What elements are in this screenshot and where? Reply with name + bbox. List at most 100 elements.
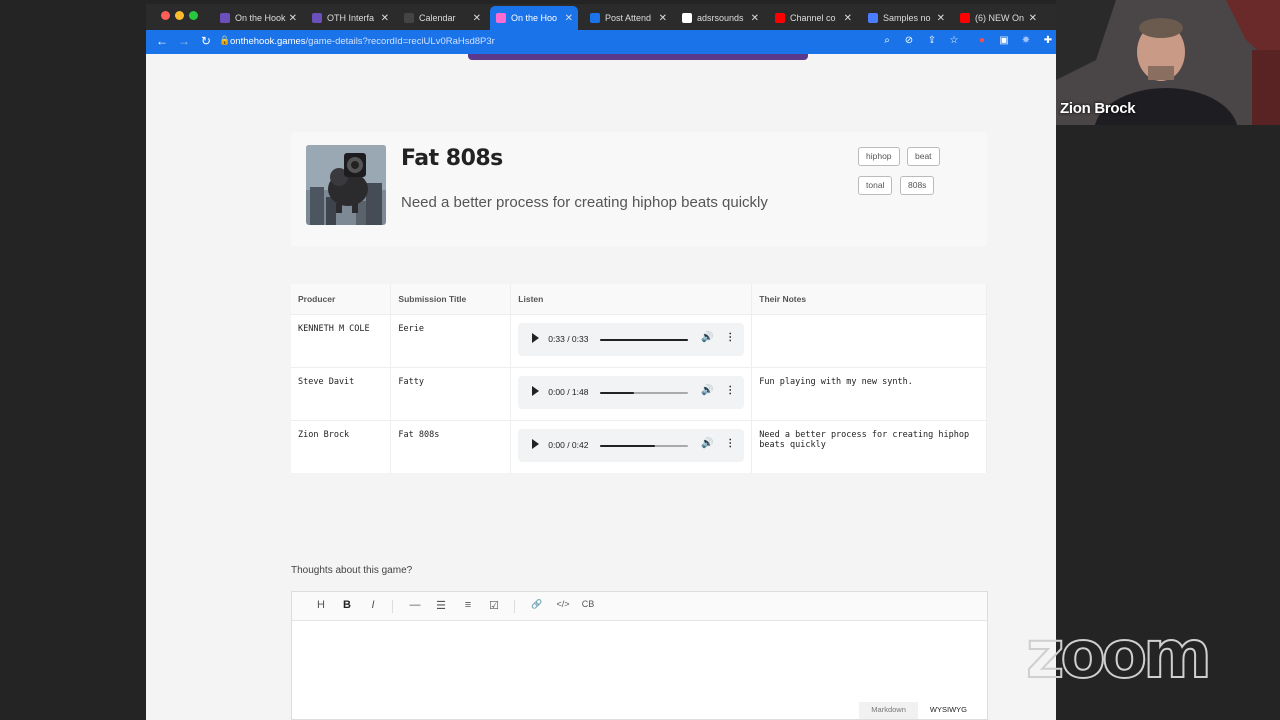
minimize-window-button[interactable] (175, 11, 184, 20)
audio-progress (600, 444, 656, 447)
play-icon[interactable] (532, 332, 540, 343)
volume-icon[interactable]: 🔊 (701, 385, 713, 396)
audio-player[interactable]: 0:33 / 0:33 🔊 ⋮ (518, 322, 745, 356)
play-icon[interactable] (532, 385, 540, 396)
extensions-puzzle-icon[interactable]: ✚ (1041, 35, 1055, 46)
bookmark-star-icon[interactable]: ☆ (947, 35, 961, 46)
browser-tab[interactable]: (6) NEW On ✕ (954, 6, 1042, 30)
maximize-window-button[interactable] (189, 11, 198, 20)
thoughts-editor[interactable]: H B I — ☰ ≡ ☑ 🔗 </> CB Markdown WYSIWYG (291, 591, 988, 720)
more-options-icon[interactable]: ⋮ (725, 438, 735, 449)
browser-tab[interactable]: adsrsounds ✕ (676, 6, 764, 30)
forward-icon[interactable]: → (178, 34, 190, 48)
producer-cell: KENNETH M COLE (291, 313, 392, 367)
tab-close-icon[interactable]: ✕ (565, 13, 573, 24)
code-button[interactable]: </> (553, 599, 573, 609)
browser-tab[interactable]: On the Hoo ✕ (490, 6, 578, 30)
more-options-icon[interactable]: ⋮ (725, 332, 735, 343)
close-window-button[interactable] (161, 11, 170, 20)
play-icon[interactable] (532, 438, 540, 449)
column-header-listen: Listen (510, 284, 753, 314)
game-description: Need a better process for creating hipho… (401, 194, 768, 211)
horizontal-rule-button[interactable]: — (407, 599, 423, 611)
tab-close-icon[interactable]: ✕ (473, 13, 481, 24)
table-row: Steve Davit Fatty 0:00 / 1:48 🔊 ⋮ Fun playing… (291, 366, 987, 420)
audio-player[interactable]: 0:00 / 1:48 🔊 ⋮ (518, 375, 745, 409)
browser-tab[interactable]: Post Attend ✕ (584, 6, 672, 30)
audio-seek-slider[interactable] (600, 391, 689, 394)
italic-button[interactable]: I (365, 599, 381, 611)
audio-time: 0:33 / 0:33 (548, 333, 589, 344)
volume-icon[interactable]: 🔊 (701, 332, 713, 343)
audio-time: 0:00 / 1:48 (548, 386, 589, 397)
extension-gear-icon[interactable]: ✸ (1019, 35, 1033, 46)
lock-icon: 🔒 (219, 35, 231, 45)
editor-mode-switch: Markdown WYSIWYG (859, 702, 979, 719)
bullet-list-button[interactable]: ☰ (433, 599, 449, 612)
editor-toolbar: H B I — ☰ ≡ ☑ 🔗 </> CB (292, 592, 987, 621)
tag-hiphop[interactable]: hiphop (858, 147, 900, 166)
browser-tab[interactable]: Samples no ✕ (862, 6, 950, 30)
zoom-search-icon[interactable]: ⌕ (880, 35, 894, 46)
tag-beat[interactable]: beat (907, 147, 940, 166)
audio-seek-slider[interactable] (600, 338, 689, 341)
thoughts-label: Thoughts about this game? (291, 565, 413, 576)
eye-off-icon[interactable]: ⊘ (902, 35, 916, 46)
tab-close-icon[interactable]: ✕ (844, 13, 852, 24)
tab-close-icon[interactable]: ✕ (751, 13, 759, 24)
tab-bar: On the Hook ✕ OTH Interfa ✕ Calendar ✕ On the … (146, 4, 1056, 30)
wysiwyg-tab[interactable]: WYSIWYG (917, 702, 979, 719)
tag-808s[interactable]: 808s (900, 176, 935, 195)
url-field[interactable]: onthehook.games/game-details?recordId=re… (230, 36, 495, 47)
tab-favicon-icon (312, 13, 322, 23)
extension-red-icon[interactable]: ● (975, 35, 989, 46)
producer-cell: Steve Davit (291, 366, 392, 420)
submission-title-cell: Fat 808s (390, 419, 512, 473)
zoom-logo: zoom (1025, 616, 1213, 693)
ordered-list-button[interactable]: ≡ (460, 599, 476, 611)
browser-tab[interactable]: Calendar ✕ (398, 6, 486, 30)
listen-cell: 0:33 / 0:33 🔊 ⋮ (510, 313, 753, 367)
audio-seek-slider[interactable] (600, 444, 689, 447)
column-header-notes: Their Notes (751, 284, 987, 314)
more-options-icon[interactable]: ⋮ (725, 385, 735, 396)
volume-icon[interactable]: 🔊 (701, 438, 713, 449)
tab-favicon-icon (960, 13, 970, 23)
header-bar (468, 54, 808, 60)
tab-close-icon[interactable]: ✕ (659, 13, 667, 24)
tab-close-icon[interactable]: ✕ (1029, 13, 1037, 24)
tag-tonal[interactable]: tonal (858, 176, 893, 195)
listen-cell: 0:00 / 1:48 🔊 ⋮ (510, 366, 753, 420)
url-domain: onthehook.games (230, 36, 306, 47)
share-icon[interactable]: ⇪ (925, 35, 939, 46)
browser-tab[interactable]: On the Hook ✕ (214, 6, 302, 30)
tab-close-icon[interactable]: ✕ (381, 13, 389, 24)
audio-player[interactable]: 0:00 / 0:42 🔊 ⋮ (518, 428, 745, 462)
tab-close-icon[interactable]: ✕ (937, 13, 945, 24)
submission-title-cell: Fatty (390, 366, 512, 420)
tab-favicon-icon (220, 13, 230, 23)
back-icon[interactable]: ← (156, 34, 168, 48)
bold-button[interactable]: B (339, 599, 355, 611)
browser-tab[interactable]: Channel co ✕ (769, 6, 857, 30)
heading-button[interactable]: H (313, 599, 329, 611)
toolbar-divider (514, 600, 515, 613)
column-header-producer: Producer (291, 284, 392, 314)
toolbar-divider (392, 600, 393, 613)
tab-close-icon[interactable]: ✕ (289, 13, 297, 24)
extension-box-icon[interactable]: ▣ (997, 35, 1011, 46)
reload-icon[interactable]: ↻ (201, 34, 211, 48)
link-button[interactable]: 🔗 (529, 599, 545, 610)
markdown-tab[interactable]: Markdown (859, 702, 918, 719)
notes-cell (751, 313, 987, 367)
code-block-button[interactable]: CB (580, 599, 596, 609)
submission-title-cell: Eerie (390, 313, 512, 367)
browser-window: On the Hook ✕ OTH Interfa ✕ Calendar ✕ On the … (146, 4, 1056, 720)
tab-favicon-icon (590, 13, 600, 23)
table-row: Zion Brock Fat 808s 0:00 / 0:42 🔊 ⋮ Need a be… (291, 419, 987, 473)
browser-tab[interactable]: OTH Interfa ✕ (306, 6, 394, 30)
url-path: /game-details?recordId=reciULv0RaHsd8P3r (305, 36, 495, 47)
notes-cell: Fun playing with my new synth. (751, 366, 987, 420)
tab-favicon-icon (496, 13, 506, 23)
task-list-button[interactable]: ☑ (486, 599, 502, 612)
